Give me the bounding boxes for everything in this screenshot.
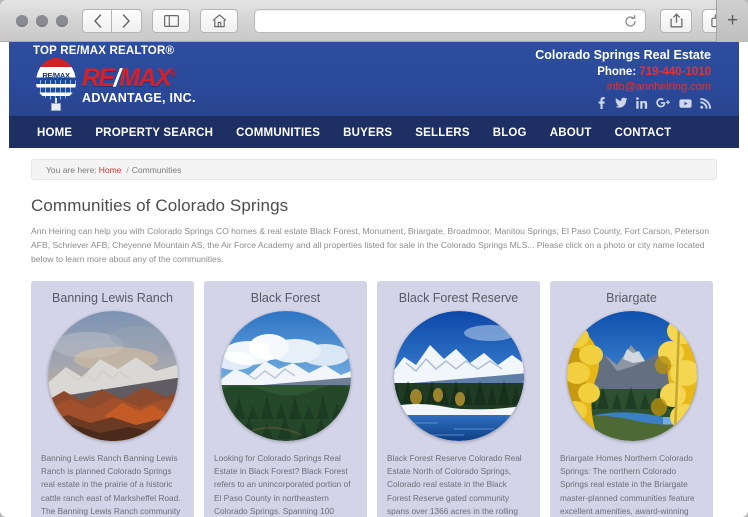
minimize-window-button[interactable] <box>36 14 48 27</box>
share-button[interactable] <box>660 8 692 33</box>
card-description: Looking for Colorado Springs Real Estate… <box>214 452 357 517</box>
twitter-icon[interactable] <box>615 97 628 111</box>
forward-button[interactable] <box>112 8 142 33</box>
card-title[interactable]: Briargate <box>560 291 703 305</box>
banning-lewis-ranch-photo <box>47 310 178 441</box>
nav-item-property-search[interactable]: PROPERTY SEARCH <box>95 127 213 139</box>
share-icon <box>669 13 683 28</box>
advantage-inc-text: ADVANTAGE, INC. <box>82 91 196 106</box>
sidebar-toggle-button[interactable] <box>152 8 190 33</box>
black-forest-reserve-photo <box>393 310 524 441</box>
black-forest-photo <box>220 310 351 441</box>
new-tab-label: + <box>726 10 739 31</box>
site-tagline: Colorado Springs Real Estate <box>535 48 711 62</box>
balloon-logo-text: RE/MAX <box>42 71 70 80</box>
phone-number[interactable]: 719-440-1010 <box>639 66 711 78</box>
googleplus-icon[interactable] <box>656 97 671 111</box>
reload-button[interactable] <box>622 13 639 30</box>
card-description: Black Forest Reserve Colorado Real Estat… <box>387 452 530 517</box>
card-title[interactable]: Black Forest Reserve <box>387 291 530 305</box>
nav-item-communities[interactable]: COMMUNITIES <box>236 127 320 139</box>
nav-item-contact[interactable]: CONTACT <box>615 127 672 139</box>
youtube-icon[interactable] <box>679 98 692 111</box>
social-links <box>535 97 712 111</box>
breadcrumb-prefix: You are here: <box>46 164 97 175</box>
top-realtor-tagline: TOP RE/MAX REALTOR® <box>33 45 175 57</box>
chevron-left-icon <box>93 13 101 28</box>
card-title[interactable]: Black Forest <box>214 291 357 305</box>
card-title[interactable]: Banning Lewis Ranch <box>41 291 184 305</box>
rss-icon[interactable] <box>700 97 712 111</box>
card-thumbnail[interactable] <box>47 310 178 441</box>
card-description-text: Black Forest Reserve Colorado Real Estat… <box>387 452 522 517</box>
card-description-text: Banning Lewis Ranch Banning Lewis Ranch … <box>41 452 181 517</box>
breadcrumb-current: Communities <box>131 164 182 175</box>
wordmark-registered: ® <box>170 69 176 79</box>
card-description-text: Looking for Colorado Springs Real Estate… <box>214 452 351 517</box>
header-contact-block: Colorado Springs Real Estate Phone: 719-… <box>535 48 712 111</box>
new-tab-button[interactable]: + <box>716 0 748 42</box>
browser-window: + TOP RE/MAX REALTOR® RE/MAX RE/MAX® ADV… <box>0 0 748 517</box>
remax-wordmark-text: RE/MAX® <box>82 63 196 92</box>
card-description: Banning Lewis Ranch Banning Lewis Ranch … <box>41 452 184 517</box>
phone-label: Phone: <box>597 66 637 78</box>
breadcrumb-home-link[interactable]: Home <box>99 165 122 175</box>
card-description: Briargate Homes Northern Colorado Spring… <box>560 452 703 517</box>
remax-wordmark: RE/MAX® ADVANTAGE, INC. <box>82 63 196 106</box>
window-controls <box>16 14 68 27</box>
webpage-viewport: TOP RE/MAX REALTOR® RE/MAX RE/MAX® ADVAN… <box>0 42 748 517</box>
card-thumbnail[interactable] <box>566 310 697 441</box>
breadcrumb-separator: / <box>126 164 129 175</box>
nav-item-blog[interactable]: BLOG <box>493 127 527 139</box>
site-header: TOP RE/MAX REALTOR® RE/MAX RE/MAX® ADVAN… <box>9 42 739 118</box>
nav-item-sellers[interactable]: SELLERS <box>415 127 469 139</box>
sidebar-icon <box>163 14 179 27</box>
community-card-grid: Banning Lewis Ranch Banning Lewis Ranch … <box>31 280 717 517</box>
maximize-window-button[interactable] <box>56 14 68 27</box>
page-intro-paragraph: Ann Heiring can help you with Colorado S… <box>31 226 710 265</box>
home-button[interactable] <box>200 8 238 33</box>
breadcrumb: You are here: Home / Communities <box>31 159 717 180</box>
reload-icon <box>625 14 636 27</box>
community-card[interactable]: Briargate Briargate Homes Northern Color… <box>550 280 713 517</box>
close-window-button[interactable] <box>16 14 28 27</box>
briargate-photo <box>566 310 697 441</box>
community-card[interactable]: Banning Lewis Ranch Banning Lewis Ranch … <box>31 280 194 517</box>
card-thumbnail[interactable] <box>393 310 524 441</box>
linkedin-icon[interactable] <box>636 97 648 111</box>
chevron-right-icon <box>122 13 130 28</box>
wordmark-left: RE <box>82 63 115 92</box>
nav-item-home[interactable]: HOME <box>37 127 72 139</box>
remax-logo[interactable]: RE/MAX RE/MAX® ADVANTAGE, INC. <box>33 58 196 114</box>
page-content: You are here: Home / Communities Communi… <box>0 159 748 517</box>
nav-item-buyers[interactable]: BUYERS <box>343 127 392 139</box>
navigation-buttons <box>82 8 142 33</box>
email-link[interactable]: info@annheiring.com <box>535 81 711 93</box>
page-title: Communities of Colorado Springs <box>31 196 289 215</box>
card-thumbnail[interactable] <box>220 310 351 441</box>
nav-item-about[interactable]: ABOUT <box>550 127 592 139</box>
url-input[interactable] <box>255 9 645 32</box>
hot-air-balloon-icon: RE/MAX <box>33 58 79 114</box>
phone-line: Phone: 719-440-1010 <box>535 66 711 78</box>
back-button[interactable] <box>82 8 112 33</box>
community-card[interactable]: Black Forest Reserve Black Forest Reserv… <box>377 280 540 517</box>
browser-toolbar: + <box>0 0 748 42</box>
site-branding[interactable]: TOP RE/MAX REALTOR® RE/MAX RE/MAX® ADVAN… <box>33 45 196 114</box>
home-icon <box>212 13 226 27</box>
facebook-icon[interactable] <box>596 97 607 111</box>
address-bar[interactable] <box>254 8 646 33</box>
main-navigation: HOME PROPERTY SEARCH COMMUNITIES BUYERS … <box>9 118 739 148</box>
community-card[interactable]: Black Forest Looking for Colorado Spring… <box>204 280 367 517</box>
wordmark-right: MAX <box>119 63 172 92</box>
card-description-text: Briargate Homes Northern Colorado Spring… <box>560 452 695 517</box>
